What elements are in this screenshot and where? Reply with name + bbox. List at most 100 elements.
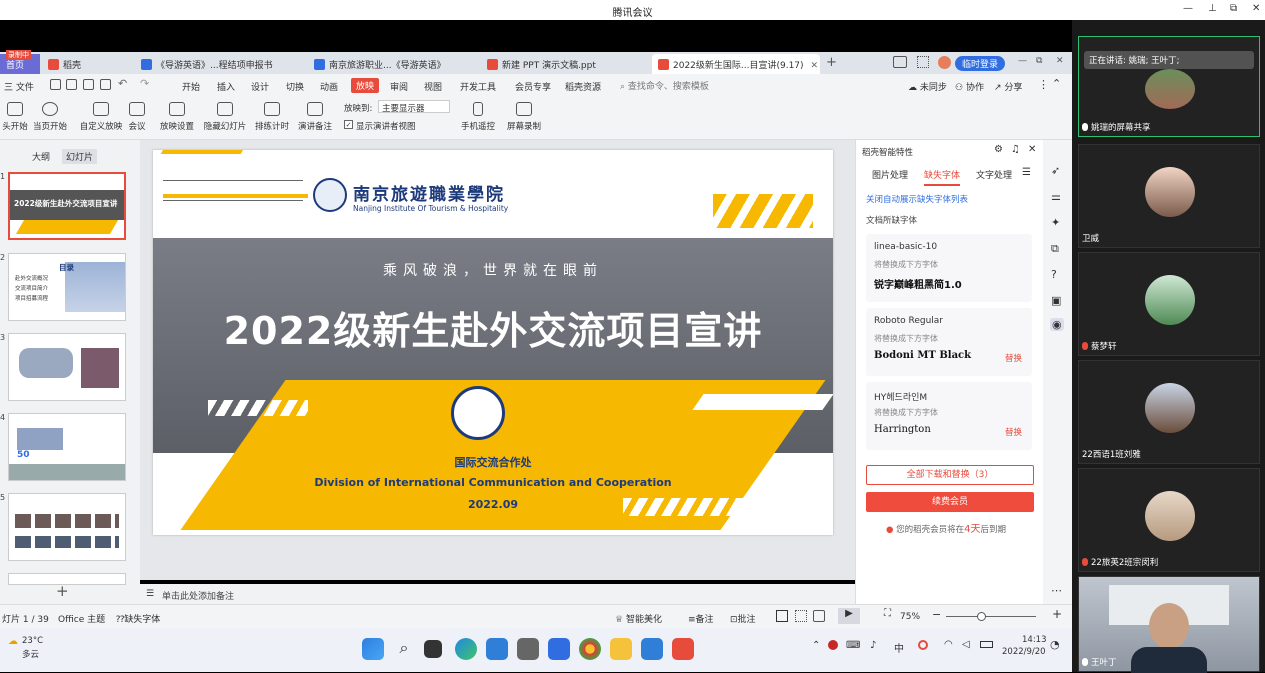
tab-image-process[interactable]: 图片处理 — [872, 168, 908, 181]
fit-icon[interactable]: ⛶ — [884, 608, 891, 619]
menu-developer[interactable]: 开发工具 — [460, 80, 496, 93]
menu-slideshow[interactable]: 放映 — [351, 78, 380, 93]
play-from-start-button[interactable]: 头开始 — [0, 102, 30, 132]
close-icon[interactable]: ✕ — [1056, 56, 1064, 66]
phone-remote-button[interactable]: 手机遥控 — [460, 102, 496, 132]
tencent-meeting-icon[interactable] — [641, 638, 663, 660]
font-tool-icon[interactable]: ◉ — [1050, 318, 1064, 331]
custom-show-button[interactable]: 自定义放映 — [78, 102, 124, 132]
avatar[interactable] — [938, 56, 951, 69]
export-icon[interactable] — [66, 79, 77, 90]
normal-view-icon[interactable] — [776, 610, 788, 622]
wifi-icon[interactable]: ◠ — [944, 639, 953, 650]
replace-link[interactable]: 替换 — [1005, 426, 1022, 438]
speaker-notes-button[interactable]: 演讲备注 — [297, 102, 333, 132]
sliders-icon[interactable]: ⚌ — [1051, 190, 1061, 203]
menu-design[interactable]: 设计 — [251, 80, 269, 93]
rocket-icon[interactable]: ➶ — [1051, 164, 1060, 177]
collapse-ribbon-icon[interactable]: ⌃ — [1052, 77, 1061, 90]
minimize-icon[interactable]: — — [1183, 3, 1193, 14]
image-tool-icon[interactable]: ▣ — [1051, 294, 1061, 307]
new-tab-icon[interactable]: + — [826, 55, 837, 70]
close-auto-show-link[interactable]: 关闭自动展示缺失字体列表 — [866, 193, 968, 205]
settings-icon[interactable]: ⚙ — [994, 144, 1003, 155]
tab-ppt-active[interactable]: 2022级新生国际...目宣讲(9.17) ✕ — [652, 54, 820, 74]
comment-toggle[interactable]: ⊡批注 — [730, 612, 756, 625]
file-menu[interactable]: 三 文件 — [4, 80, 34, 93]
tab-text-process[interactable]: 文字处理 — [976, 168, 1012, 181]
search-icon[interactable]: ⌕ — [393, 638, 415, 660]
notes-bar[interactable]: ☰ 单击此处添加备注 — [140, 584, 855, 604]
slide-thumbnail-2[interactable]: 目录 赴外交流概况 交流项目简介 项目招募流程 — [8, 253, 126, 321]
close-icon[interactable]: ✕ — [1028, 144, 1036, 155]
zoom-level[interactable]: 75% — [900, 612, 920, 622]
menu-insert[interactable]: 插入 — [217, 80, 235, 93]
slide-thumbnail-5[interactable] — [8, 493, 126, 561]
clock-time[interactable]: 14:13 — [1022, 635, 1047, 645]
tray-app-icon[interactable] — [828, 640, 838, 650]
reading-view-icon[interactable] — [813, 610, 825, 622]
add-slide-icon[interactable]: + — [56, 582, 69, 600]
search-command[interactable]: ⌕ 查找命令、搜索模板 — [620, 79, 709, 92]
start-icon[interactable] — [362, 638, 384, 660]
tray-chevron-icon[interactable]: ⌃ — [812, 640, 820, 651]
notes-toggle[interactable]: ≡备注 — [688, 612, 714, 625]
mail-icon[interactable] — [486, 638, 508, 660]
play-current-button[interactable]: 当页开始 — [32, 102, 68, 132]
tab-close-icon[interactable]: ✕ — [810, 61, 818, 71]
tab-docer[interactable]: 稻壳 — [42, 54, 132, 74]
missing-font-status[interactable]: ⁇缺失字体 — [116, 612, 160, 625]
copy-icon[interactable]: ⧉ — [1051, 242, 1059, 256]
download-all-button[interactable]: 全部下载和替换（3） — [866, 465, 1034, 485]
collab-button[interactable]: ⚇ 协作 — [955, 80, 984, 93]
help-icon[interactable]: ? — [1051, 268, 1057, 281]
slide-thumbnail-3[interactable] — [8, 333, 126, 401]
mic-icon[interactable]: ♪ — [870, 640, 876, 651]
ime-indicator[interactable]: 中 — [894, 640, 904, 655]
participant-tile[interactable]: 卫威 — [1078, 144, 1260, 248]
restore-icon[interactable]: ⧉ — [1036, 56, 1042, 66]
renew-vip-button[interactable]: 续费会员 — [866, 492, 1034, 512]
edge-icon[interactable] — [455, 638, 477, 660]
share-button[interactable]: ↗ 分享 — [994, 80, 1022, 93]
rehearse-timing-button[interactable]: 排练计时 — [251, 102, 293, 132]
menu-animation[interactable]: 动画 — [320, 80, 338, 93]
clock-date[interactable]: 2022/9/20 — [1002, 647, 1046, 657]
meeting-button[interactable]: 会议 — [126, 102, 148, 132]
zoom-out-icon[interactable]: − — [932, 608, 941, 621]
tab-missing-font[interactable]: 缺失字体 — [924, 168, 961, 186]
tab-ppt1[interactable]: 新建 PPT 演示文稿.ppt — [481, 54, 649, 74]
restore-icon[interactable]: ⧉ — [1230, 3, 1237, 14]
notification-icon[interactable]: ◔ — [1050, 638, 1060, 651]
presenter-view-checkbox[interactable]: ✓ — [344, 120, 353, 129]
tray-wps-icon[interactable] — [918, 640, 928, 650]
slide-thumbnail-1[interactable]: 2022级新生赴外交流项目宣讲 — [8, 172, 126, 240]
save-icon[interactable] — [50, 79, 61, 90]
volume-icon[interactable]: ◁ — [962, 639, 970, 650]
tab-doc1[interactable]: 《导游英语》...程结项申报书 — [135, 54, 305, 74]
undo-icon[interactable]: ↶ — [118, 77, 127, 90]
participant-tile-share[interactable]: 正在讲话: 姚瑞; 王叶丁; 姚瑞的屏幕共享 — [1078, 36, 1260, 137]
menu-home[interactable]: 开始 — [182, 80, 200, 93]
battery-icon[interactable] — [980, 641, 993, 648]
menu-icon[interactable]: ☰ — [1022, 167, 1031, 178]
sync-status[interactable]: ☁ 未同步 — [908, 80, 947, 93]
tab-slides[interactable]: 幻灯片 — [62, 149, 98, 164]
show-settings-button[interactable]: 放映设置 — [155, 102, 199, 132]
display-select[interactable]: 主要显示器 — [378, 100, 450, 114]
slide-thumbnail-4[interactable]: 50 — [8, 413, 126, 481]
pin-icon[interactable]: ✦ — [1051, 216, 1060, 229]
menu-vip[interactable]: 会员专享 — [515, 80, 551, 93]
menu-review[interactable]: 审阅 — [390, 80, 408, 93]
tab-doc2[interactable]: 南京旅游职业...《导游英语》 — [308, 54, 478, 74]
screen-record-button[interactable]: 屏幕录制 — [506, 102, 542, 132]
zoom-in-icon[interactable]: + — [1052, 607, 1062, 621]
store-icon[interactable] — [517, 638, 539, 660]
minimize-icon[interactable]: — — [1018, 56, 1027, 66]
zoom-slider[interactable] — [946, 616, 1036, 617]
smart-beautify-button[interactable]: ♕ 智能美化 — [615, 612, 662, 625]
menu-transition[interactable]: 切换 — [286, 80, 304, 93]
wps-icon[interactable] — [672, 638, 694, 660]
hide-slide-button[interactable]: 隐藏幻灯片 — [203, 102, 247, 132]
layout-icon[interactable] — [893, 56, 907, 68]
